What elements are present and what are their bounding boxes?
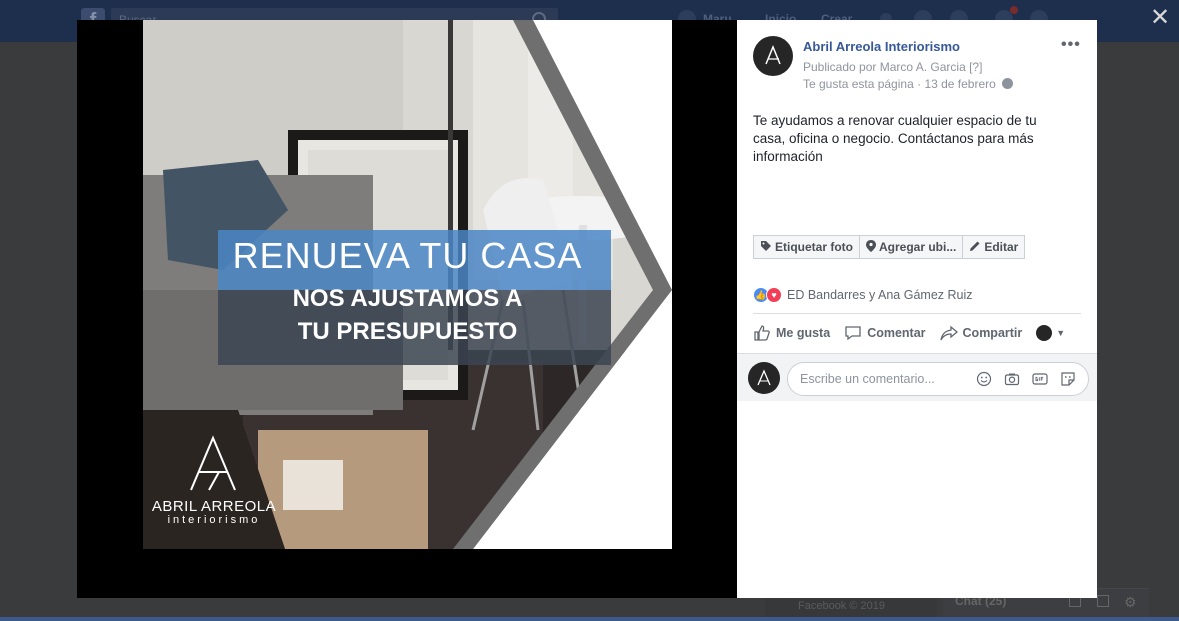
tag-photo-button[interactable]: Etiquetar foto [753,235,860,259]
close-icon[interactable]: ✕ [1148,6,1172,30]
published-by-text[interactable]: Publicado por Marco A. Garcia [803,60,966,74]
comment-input[interactable]: Escribe un comentario... [787,362,1089,396]
divider [753,313,1081,314]
thumbs-up-icon [754,325,770,341]
published-by-mark[interactable]: [?] [969,60,982,74]
more-options-icon[interactable]: ••• [1061,36,1081,54]
post-meta: Te gusta esta página · 13 de febrero [803,77,1014,91]
page-name-link[interactable]: Abril Arreola Interiorismo [803,39,960,54]
pencil-icon [969,240,981,255]
tag-icon [760,240,772,255]
share-label: Compartir [962,326,1023,340]
likes-page-text: Te gusta esta página [803,77,914,91]
footer-copyright: Facebook © 2019 [798,600,885,612]
sticker-icon[interactable] [1060,371,1076,387]
like-label: Me gusta [776,326,831,340]
post-date[interactable]: 13 de febrero [924,77,995,91]
share-button[interactable]: Compartir [939,324,1023,342]
love-reaction-icon: ♥ [766,287,782,303]
subheadline-1: NOS AJUSTAMOS A [292,285,523,312]
comment-button[interactable]: Comentar [844,324,926,342]
notification-badge [1010,6,1018,14]
location-pin-icon [866,239,876,255]
post-as-selector[interactable]: ▼ [1036,325,1065,341]
reactions-summary[interactable]: 👍 ♥ ED Bandarres y Ana Gámez Ruiz [753,287,973,303]
globe-icon [1002,78,1014,89]
comment-placeholder: Escribe un comentario... [800,372,935,386]
gear-icon[interactable]: ⚙ [1124,594,1137,611]
photo-stage[interactable]: RENUEVA TU CASA NOS AJUSTAMOS A TU PRESU… [77,20,737,598]
published-by: Publicado por Marco A. Garcia [?] [803,60,982,74]
post-photo[interactable]: RENUEVA TU CASA NOS AJUSTAMOS A TU PRESU… [143,20,672,549]
comment-icon [845,326,861,341]
reactions-text[interactable]: ED Bandarres y Ana Gámez Ruiz [787,288,973,302]
share-icon [939,325,958,341]
post-as-avatar [1036,325,1053,341]
add-location-button[interactable]: Agregar ubi... [859,235,964,259]
caret-down-icon: ▼ [1056,328,1066,338]
brand-subtitle: interiorismo [167,514,261,526]
post-text: Te ayudamos a renovar cualquier espacio … [753,113,1037,164]
tag-photo-label: Etiquetar foto [775,240,853,254]
meta-separator: · [917,77,922,91]
add-location-label: Agregar ubi... [879,240,957,254]
camera-icon[interactable] [1004,371,1020,387]
brand-name: ABRIL ARREOLA [151,498,277,515]
subheadline-2: TU PRESUPUESTO [297,318,518,345]
post-panel: Abril Arreola Interiorismo ••• Publicado… [737,20,1097,598]
bottom-bar [0,617,1179,621]
commenter-avatar [748,362,780,394]
emoji-icon[interactable] [976,371,992,387]
page-avatar[interactable] [753,36,793,76]
comment-label: Comentar [867,326,926,340]
expand-icon[interactable] [1097,595,1109,607]
edit-button[interactable]: Editar [962,235,1026,259]
comment-composer: Escribe un comentario... [737,353,1097,401]
photo-actions: Etiquetar foto Agregar ubi... Editar [753,235,1026,259]
like-button[interactable]: Me gusta [753,324,830,342]
edit-label: Editar [984,240,1019,254]
headline: RENUEVA TU CASA [232,235,583,276]
post-actions-bar: Me gusta Comentar Compartir ▼ [753,324,1079,342]
gif-icon[interactable] [1032,371,1048,387]
